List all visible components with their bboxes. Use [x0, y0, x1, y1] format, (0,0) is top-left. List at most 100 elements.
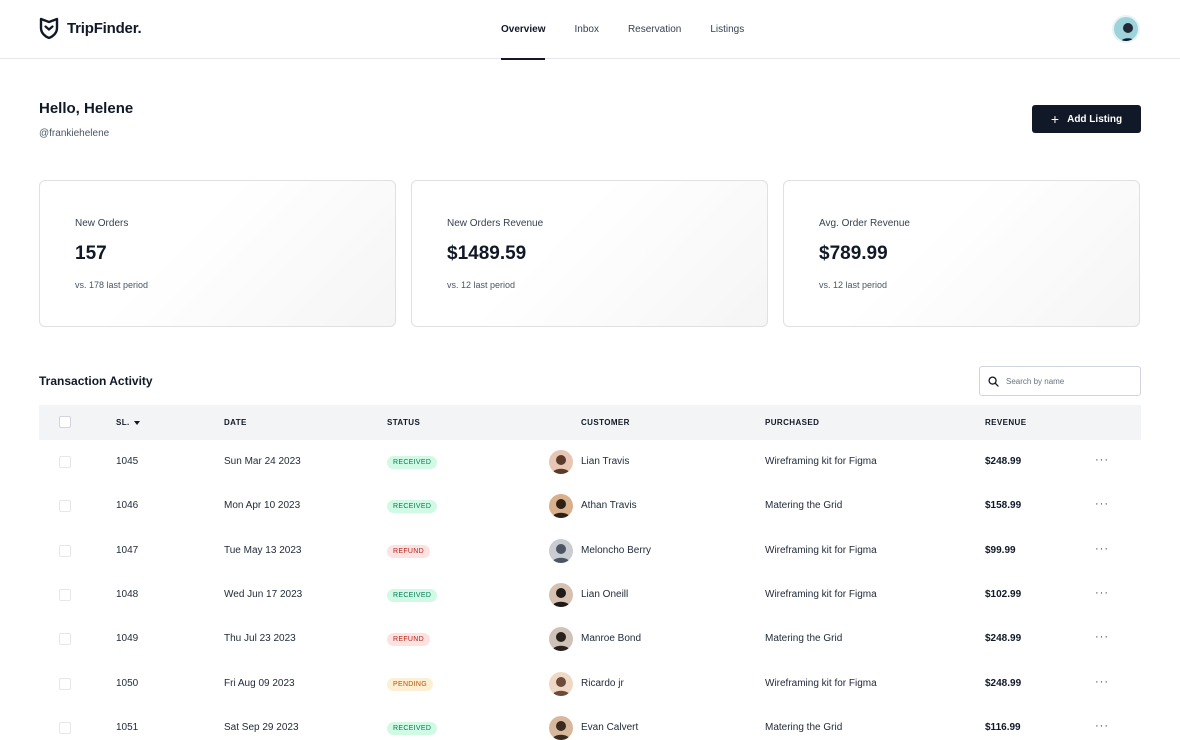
customer-avatar	[549, 672, 573, 696]
section-title: Transaction Activity	[39, 374, 153, 388]
status-badge: RECEIVED	[387, 722, 438, 735]
column-sl-label: SL.	[116, 418, 130, 427]
user-handle: @frankiehelene	[39, 128, 110, 139]
status-badge: RECEIVED	[387, 456, 438, 469]
stat-comparison: vs. 12 last period	[447, 280, 516, 290]
customer-avatar	[549, 716, 573, 740]
row-customer: Lian Travis	[581, 456, 630, 467]
row-checkbox[interactable]	[59, 633, 71, 645]
more-horizontal-icon[interactable]: ···	[1095, 617, 1109, 657]
person-avatar-icon	[549, 450, 573, 474]
row-customer: Athan Travis	[581, 500, 637, 511]
column-customer: CUSTOMER	[581, 418, 630, 427]
nav-listings[interactable]: Listings	[710, 0, 744, 59]
row-purchased: Wireframing kit for Figma	[765, 545, 877, 556]
caret-down-icon	[133, 420, 140, 425]
row-checkbox[interactable]	[59, 589, 71, 601]
row-sl: 1051	[116, 722, 139, 733]
customer-avatar	[549, 627, 573, 651]
row-checkbox[interactable]	[59, 722, 71, 734]
row-customer: Manroe Bond	[581, 633, 642, 644]
row-date: Fri Aug 09 2023	[224, 678, 295, 689]
table-row[interactable]: 1050 Fri Aug 09 2023 PENDING Ricardo jr Wire…	[39, 662, 1141, 706]
column-status: STATUS	[387, 418, 421, 427]
user-avatar[interactable]	[1112, 15, 1140, 43]
table-row[interactable]: 1051 Sat Sep 29 2023 RECEIVED Evan Calvert M…	[39, 706, 1141, 740]
stat-comparison: vs. 12 last period	[819, 280, 888, 290]
table-row[interactable]: 1045 Sun Mar 24 2023 RECEIVED Lian Travis Wi…	[39, 440, 1141, 484]
greeting-title: Hello, Helene	[39, 100, 134, 117]
row-sl: 1050	[116, 678, 139, 689]
person-avatar-icon	[1121, 23, 1135, 41]
row-sl: 1046	[116, 500, 139, 511]
row-customer: Evan Calvert	[581, 722, 639, 733]
row-purchased: Wireframing kit for Figma	[765, 456, 877, 467]
table-row[interactable]: 1049 Thu Jul 23 2023 REFUND Manroe Bond Mate…	[39, 617, 1141, 661]
customer-avatar	[549, 583, 573, 607]
top-bar: TripFinder. Overview Inbox Reservation L…	[0, 0, 1180, 60]
main-nav: Overview Inbox Reservation Listings	[501, 0, 744, 60]
row-checkbox[interactable]	[59, 678, 71, 690]
row-sl: 1047	[116, 545, 139, 556]
row-revenue: $248.99	[985, 678, 1022, 689]
row-sl: 1048	[116, 589, 139, 600]
row-checkbox[interactable]	[59, 545, 71, 557]
table-row[interactable]: 1046 Mon Apr 10 2023 RECEIVED Athan Travis M…	[39, 484, 1141, 528]
table-header: SL. DATE STATUS CUSTOMER PURCHASED REVEN…	[39, 405, 1141, 440]
stat-comparison: vs. 178 last period	[75, 280, 149, 290]
customer-avatar	[549, 450, 573, 474]
add-listing-button[interactable]: + Add Listing	[1032, 105, 1141, 133]
nav-overview[interactable]: Overview	[501, 0, 546, 60]
search-icon	[988, 375, 999, 387]
row-date: Mon Apr 10 2023	[224, 500, 301, 511]
more-horizontal-icon[interactable]: ···	[1095, 706, 1109, 740]
more-horizontal-icon[interactable]: ···	[1095, 484, 1109, 524]
status-badge: REFUND	[387, 545, 430, 558]
brand[interactable]: TripFinder.	[39, 17, 142, 39]
stat-card-new-orders: New Orders 157 vs. 178 last period	[39, 180, 396, 327]
row-customer: Ricardo jr	[581, 678, 624, 689]
search-input[interactable]	[1006, 376, 1126, 386]
select-all-checkbox[interactable]	[59, 416, 71, 428]
row-revenue: $248.99	[985, 633, 1022, 644]
row-revenue: $116.99	[985, 722, 1021, 733]
row-purchased: Wireframing kit for Figma	[765, 678, 877, 689]
more-horizontal-icon[interactable]: ···	[1095, 529, 1109, 569]
more-horizontal-icon[interactable]: ···	[1095, 440, 1109, 480]
row-date: Sat Sep 29 2023	[224, 722, 299, 733]
row-revenue: $248.99	[985, 456, 1022, 467]
nav-inbox[interactable]: Inbox	[574, 0, 598, 59]
person-avatar-icon	[549, 627, 573, 651]
row-revenue: $102.99	[985, 589, 1022, 600]
stat-card-new-orders-revenue: New Orders Revenue $1489.59 vs. 12 last …	[411, 180, 768, 327]
table-row[interactable]: 1048 Wed Jun 17 2023 RECEIVED Lian Oneill Wi…	[39, 573, 1141, 617]
status-badge: RECEIVED	[387, 500, 438, 513]
column-sl[interactable]: SL.	[116, 405, 140, 440]
row-checkbox[interactable]	[59, 500, 71, 512]
person-avatar-icon	[549, 672, 573, 696]
more-horizontal-icon[interactable]: ···	[1095, 573, 1109, 613]
brand-name: TripFinder.	[67, 19, 142, 37]
row-checkbox[interactable]	[59, 456, 71, 468]
row-purchased: Matering the Grid	[765, 633, 843, 644]
person-avatar-icon	[549, 494, 573, 518]
row-customer: Lian Oneill	[581, 589, 629, 600]
customer-avatar	[549, 494, 573, 518]
status-badge: REFUND	[387, 633, 430, 646]
table-row[interactable]: 1047 Tue May 13 2023 REFUND Meloncho Berry W…	[39, 529, 1141, 573]
stat-label: New Orders Revenue	[447, 218, 544, 229]
column-purchased: PURCHASED	[765, 418, 820, 427]
more-horizontal-icon[interactable]: ···	[1095, 662, 1109, 702]
stat-value: $789.99	[819, 243, 888, 264]
nav-reservation[interactable]: Reservation	[628, 0, 681, 59]
status-badge: PENDING	[387, 678, 433, 691]
stat-value: $1489.59	[447, 243, 527, 264]
stat-card-avg-order-revenue: Avg. Order Revenue $789.99 vs. 12 last p…	[783, 180, 1140, 327]
column-revenue: REVENUE	[985, 418, 1027, 427]
row-revenue: $158.99	[985, 500, 1022, 511]
row-sl: 1049	[116, 633, 139, 644]
row-date: Sun Mar 24 2023	[224, 456, 301, 467]
search-box	[979, 366, 1141, 396]
stat-label: Avg. Order Revenue	[819, 218, 910, 229]
status-badge: RECEIVED	[387, 589, 438, 602]
